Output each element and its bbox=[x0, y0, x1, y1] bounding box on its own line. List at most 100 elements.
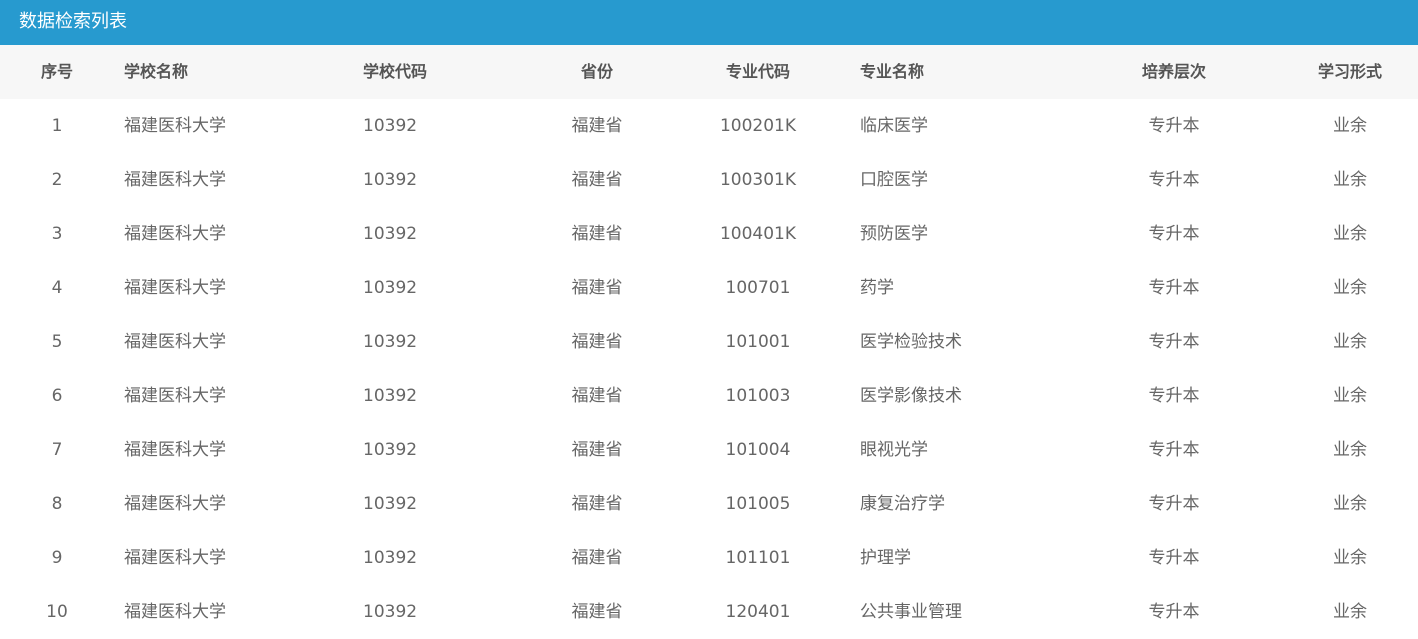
column-header-province[interactable]: 省份 bbox=[547, 45, 647, 99]
cell-school-code: 10392 bbox=[363, 278, 418, 298]
cell-training-level: 专升本 bbox=[1148, 278, 1200, 298]
cell-school-code: 10392 bbox=[363, 602, 418, 622]
cell-study-mode: 业余 bbox=[1333, 440, 1367, 460]
cell-major-name: 眼视光学 bbox=[860, 440, 928, 460]
cell-school-code: 10392 bbox=[363, 440, 418, 460]
cell-study-mode: 业余 bbox=[1333, 278, 1367, 298]
cell-row-index: 9 bbox=[51, 548, 63, 568]
cell-training-level: 专升本 bbox=[1148, 548, 1200, 568]
cell-school-code: 10392 bbox=[363, 332, 418, 352]
cell-school-name: 福建医科大学 bbox=[124, 440, 226, 460]
table-row[interactable]: 10 福建医科大学 10392 福建省 120401 公共事业管理 专升本 业余 bbox=[0, 585, 1418, 639]
cell-major-name: 临床医学 bbox=[860, 116, 928, 136]
cell-province: 福建省 bbox=[571, 548, 623, 568]
cell-row-index: 6 bbox=[51, 386, 63, 406]
cell-study-mode: 业余 bbox=[1333, 548, 1367, 568]
cell-row-index: 2 bbox=[51, 170, 63, 190]
cell-school-name: 福建医科大学 bbox=[124, 602, 226, 622]
cell-province: 福建省 bbox=[571, 170, 623, 190]
cell-study-mode: 业余 bbox=[1333, 386, 1367, 406]
table-row[interactable]: 6 福建医科大学 10392 福建省 101003 医学影像技术 专升本 业余 bbox=[0, 369, 1418, 423]
cell-province: 福建省 bbox=[571, 386, 623, 406]
column-header-study-mode[interactable]: 学习形式 bbox=[1300, 45, 1400, 99]
cell-major-code: 101004 bbox=[725, 440, 791, 460]
cell-school-code: 10392 bbox=[363, 494, 418, 514]
column-header-major-name[interactable]: 专业名称 bbox=[860, 45, 1090, 99]
column-header-school-code[interactable]: 学校代码 bbox=[363, 45, 513, 99]
cell-school-code: 10392 bbox=[363, 170, 418, 190]
cell-training-level: 专升本 bbox=[1148, 224, 1200, 244]
cell-province: 福建省 bbox=[571, 602, 623, 622]
cell-row-index: 1 bbox=[51, 116, 63, 136]
cell-school-code: 10392 bbox=[363, 116, 418, 136]
cell-row-index: 8 bbox=[51, 494, 63, 514]
column-header-school-name[interactable]: 学校名称 bbox=[124, 45, 324, 99]
cell-school-name: 福建医科大学 bbox=[124, 332, 226, 352]
cell-school-name: 福建医科大学 bbox=[124, 116, 226, 136]
table-row[interactable]: 4 福建医科大学 10392 福建省 100701 药学 专升本 业余 bbox=[0, 261, 1418, 315]
cell-major-code: 101101 bbox=[725, 548, 791, 568]
cell-training-level: 专升本 bbox=[1148, 494, 1200, 514]
cell-major-code: 100301K bbox=[719, 170, 797, 190]
cell-school-name: 福建医科大学 bbox=[124, 170, 226, 190]
cell-study-mode: 业余 bbox=[1333, 602, 1367, 622]
table-row[interactable]: 3 福建医科大学 10392 福建省 100401K 预防医学 专升本 业余 bbox=[0, 207, 1418, 261]
cell-study-mode: 业余 bbox=[1333, 170, 1367, 190]
cell-province: 福建省 bbox=[571, 278, 623, 298]
cell-province: 福建省 bbox=[571, 116, 623, 136]
cell-major-code: 120401 bbox=[725, 602, 791, 622]
cell-row-index: 5 bbox=[51, 332, 63, 352]
cell-school-name: 福建医科大学 bbox=[124, 494, 226, 514]
cell-province: 福建省 bbox=[571, 494, 623, 514]
cell-school-name: 福建医科大学 bbox=[124, 386, 226, 406]
table-row[interactable]: 1 福建医科大学 10392 福建省 100201K 临床医学 专升本 业余 bbox=[0, 99, 1418, 153]
cell-major-code: 101001 bbox=[725, 332, 791, 352]
cell-major-code: 100401K bbox=[719, 224, 797, 244]
cell-training-level: 专升本 bbox=[1148, 386, 1200, 406]
panel-title: 数据检索列表 bbox=[0, 0, 1418, 45]
cell-major-name: 医学影像技术 bbox=[860, 386, 962, 406]
table-row[interactable]: 5 福建医科大学 10392 福建省 101001 医学检验技术 专升本 业余 bbox=[0, 315, 1418, 369]
cell-province: 福建省 bbox=[571, 332, 623, 352]
cell-study-mode: 业余 bbox=[1333, 332, 1367, 352]
cell-training-level: 专升本 bbox=[1148, 116, 1200, 136]
cell-school-code: 10392 bbox=[363, 386, 418, 406]
cell-school-name: 福建医科大学 bbox=[124, 548, 226, 568]
cell-major-code: 100701 bbox=[725, 278, 791, 298]
cell-major-name: 护理学 bbox=[860, 548, 911, 568]
column-header-training-level[interactable]: 培养层次 bbox=[1104, 45, 1244, 99]
cell-school-code: 10392 bbox=[363, 224, 418, 244]
cell-province: 福建省 bbox=[571, 440, 623, 460]
cell-major-code: 100201K bbox=[719, 116, 797, 136]
cell-school-code: 10392 bbox=[363, 548, 418, 568]
table-header-row: 序号 学校名称 学校代码 省份 专业代码 专业名称 培养层次 学习形式 bbox=[0, 45, 1418, 99]
table-row[interactable]: 8 福建医科大学 10392 福建省 101005 康复治疗学 专升本 业余 bbox=[0, 477, 1418, 531]
cell-training-level: 专升本 bbox=[1148, 332, 1200, 352]
cell-major-name: 预防医学 bbox=[860, 224, 928, 244]
cell-row-index: 4 bbox=[51, 278, 63, 298]
cell-major-name: 医学检验技术 bbox=[860, 332, 962, 352]
cell-major-name: 公共事业管理 bbox=[860, 602, 962, 622]
cell-major-code: 101005 bbox=[725, 494, 791, 514]
cell-major-name: 药学 bbox=[860, 278, 894, 298]
cell-row-index: 3 bbox=[51, 224, 63, 244]
cell-major-name: 口腔医学 bbox=[860, 170, 928, 190]
cell-training-level: 专升本 bbox=[1148, 440, 1200, 460]
cell-row-index: 10 bbox=[46, 602, 68, 622]
column-header-index[interactable]: 序号 bbox=[22, 45, 92, 99]
cell-study-mode: 业余 bbox=[1333, 224, 1367, 244]
cell-study-mode: 业余 bbox=[1333, 494, 1367, 514]
table-row[interactable]: 7 福建医科大学 10392 福建省 101004 眼视光学 专升本 业余 bbox=[0, 423, 1418, 477]
table-row[interactable]: 9 福建医科大学 10392 福建省 101101 护理学 专升本 业余 bbox=[0, 531, 1418, 585]
cell-training-level: 专升本 bbox=[1148, 602, 1200, 622]
cell-major-name: 康复治疗学 bbox=[860, 494, 945, 514]
table-row[interactable]: 2 福建医科大学 10392 福建省 100301K 口腔医学 专升本 业余 bbox=[0, 153, 1418, 207]
cell-row-index: 7 bbox=[51, 440, 63, 460]
cell-training-level: 专升本 bbox=[1148, 170, 1200, 190]
cell-major-code: 101003 bbox=[725, 386, 791, 406]
cell-school-name: 福建医科大学 bbox=[124, 278, 226, 298]
cell-study-mode: 业余 bbox=[1333, 116, 1367, 136]
column-header-major-code[interactable]: 专业代码 bbox=[698, 45, 818, 99]
cell-school-name: 福建医科大学 bbox=[124, 224, 226, 244]
cell-province: 福建省 bbox=[571, 224, 623, 244]
